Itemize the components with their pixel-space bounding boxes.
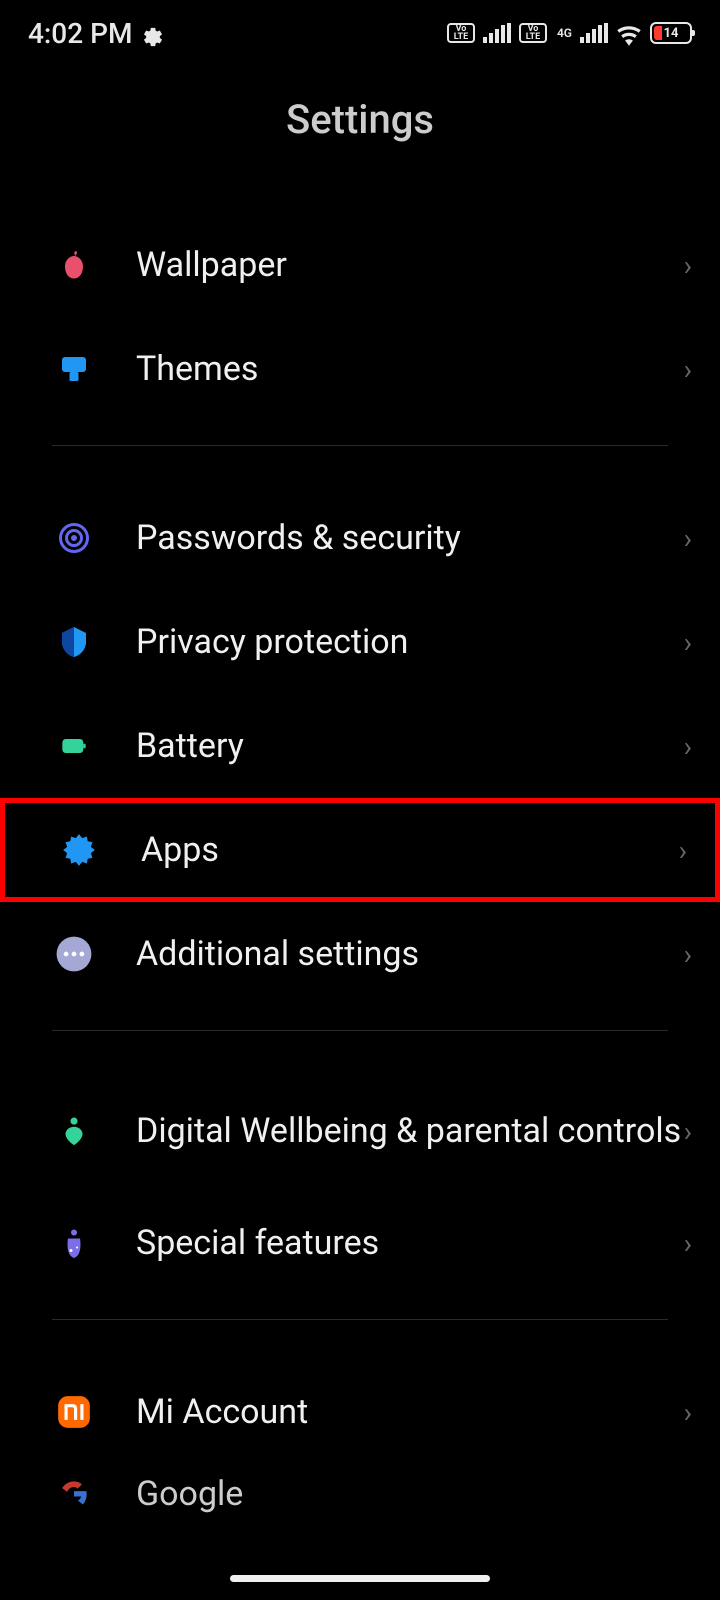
page-title: Settings <box>0 60 720 213</box>
item-label: Battery <box>136 726 684 767</box>
more-icon <box>52 932 96 976</box>
home-indicator[interactable] <box>230 1575 490 1582</box>
item-label: Special features <box>136 1223 684 1264</box>
chevron-right-icon: › <box>684 938 692 971</box>
settings-item-wallpaper[interactable]: Wallpaper › <box>0 213 720 317</box>
wifi-icon <box>616 23 642 43</box>
section-divider <box>52 1030 668 1031</box>
settings-item-privacy-protection[interactable]: Privacy protection › <box>0 590 720 694</box>
status-left: 4:02 PM <box>28 17 164 50</box>
wellbeing-icon <box>52 1109 96 1153</box>
chevron-right-icon: › <box>684 353 692 386</box>
volte-icon-1: VoLTE <box>447 23 475 43</box>
chevron-right-icon: › <box>684 730 692 763</box>
section-divider <box>52 1319 668 1320</box>
chevron-right-icon: › <box>679 834 687 867</box>
item-label: Additional settings <box>136 934 684 975</box>
item-label: Mi Account <box>136 1392 684 1433</box>
google-icon <box>52 1472 96 1516</box>
flask-icon <box>52 1221 96 1265</box>
battery-level-text: 14 <box>664 26 679 41</box>
settings-item-special-features[interactable]: Special features › <box>0 1191 720 1295</box>
chevron-right-icon: › <box>684 522 692 555</box>
settings-item-mi-account[interactable]: Mi Account › <box>0 1360 720 1464</box>
item-label: Themes <box>136 349 684 390</box>
item-label: Digital Wellbeing & parental controls <box>136 1111 684 1152</box>
themes-icon <box>52 347 96 391</box>
chevron-right-icon: › <box>684 1115 692 1148</box>
signal-icon-2 <box>580 23 608 43</box>
shield-icon <box>52 620 96 664</box>
settings-item-passwords-security[interactable]: Passwords & security › <box>0 486 720 590</box>
chevron-right-icon: › <box>684 626 692 659</box>
clock-text: 4:02 PM <box>28 17 132 50</box>
chevron-right-icon: › <box>684 1227 692 1260</box>
chevron-right-icon: › <box>684 1396 692 1429</box>
fingerprint-icon <box>52 516 96 560</box>
settings-item-themes[interactable]: Themes › <box>0 317 720 421</box>
settings-item-digital-wellbeing[interactable]: Digital Wellbeing & parental controls › <box>0 1071 720 1191</box>
item-label: Passwords & security <box>136 518 684 559</box>
mi-logo-icon <box>52 1390 96 1434</box>
gear-icon <box>142 22 164 44</box>
section-divider <box>52 445 668 446</box>
settings-list: Wallpaper › Themes › Passwords & securit… <box>0 213 720 1524</box>
battery-icon: 14 <box>650 22 692 44</box>
wallpaper-icon <box>52 243 96 287</box>
settings-item-google[interactable]: Google <box>0 1464 720 1524</box>
status-right: VoLTE VoLTE 4G 14 <box>447 22 692 44</box>
chevron-right-icon: › <box>684 249 692 282</box>
item-label: Privacy protection <box>136 622 684 663</box>
settings-item-battery[interactable]: Battery › <box>0 694 720 798</box>
settings-item-apps[interactable]: Apps › <box>0 798 720 902</box>
apps-gear-icon <box>57 828 101 872</box>
network-type-label: 4G <box>557 27 572 39</box>
volte-icon-2: VoLTE <box>519 23 547 43</box>
item-label: Wallpaper <box>136 245 684 286</box>
item-label: Google <box>136 1474 692 1515</box>
battery-item-icon <box>52 724 96 768</box>
item-label: Apps <box>141 830 679 871</box>
settings-item-additional-settings[interactable]: Additional settings › <box>0 902 720 1006</box>
status-bar: 4:02 PM VoLTE VoLTE 4G 14 <box>0 0 720 60</box>
signal-icon-1 <box>483 23 511 43</box>
